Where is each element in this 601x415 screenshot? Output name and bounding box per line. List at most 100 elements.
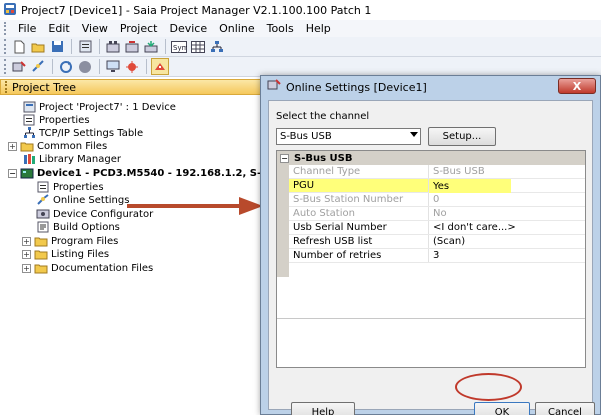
monitor-icon[interactable] [104, 58, 122, 75]
network-icon[interactable] [208, 38, 226, 55]
tree-item-listing-files[interactable]: + Listing Files [22, 247, 109, 261]
online-config-icon[interactable] [10, 58, 28, 75]
build-options-icon [36, 221, 50, 233]
tree-item-build-options[interactable]: Build Options [36, 220, 120, 234]
save-icon[interactable] [48, 38, 66, 55]
menu-view[interactable]: View [76, 22, 114, 35]
symbol-editor-icon[interactable]: Sym [170, 38, 188, 55]
panel-title: Project Tree [12, 80, 77, 94]
setting-key: Channel Type [289, 165, 429, 178]
expand-plus-icon[interactable]: + [22, 236, 31, 246]
channel-select[interactable]: S-Bus USB [276, 128, 421, 145]
network-icon [22, 127, 36, 139]
table-icon[interactable] [189, 38, 207, 55]
new-file-icon[interactable] [10, 38, 28, 55]
tree-item-label: Properties [39, 114, 90, 126]
settings-group-header[interactable]: − S-Bus USB [277, 151, 585, 165]
dialog-body: Select the channel S-Bus USB Setup... − … [268, 100, 595, 415]
menu-bar: File Edit View Project Device Online Too… [0, 20, 601, 37]
expand-plus-icon[interactable]: + [8, 141, 17, 151]
tree-item-project[interactable]: Project 'Project7' : 1 Device [22, 100, 176, 114]
library-icon [22, 153, 36, 165]
setting-key: Number of retries [289, 249, 429, 262]
window-title: Project7 [Device1] - Saia Project Manage… [21, 3, 372, 17]
collapse-minus-icon[interactable]: − [280, 153, 289, 163]
build-icon[interactable] [104, 38, 122, 55]
online-toolbar [0, 57, 601, 77]
tree-item-label: Library Manager [39, 153, 121, 165]
project-tree-header: Project Tree [0, 79, 264, 95]
expand-plus-icon[interactable]: + [22, 263, 31, 273]
menu-device[interactable]: Device [163, 22, 213, 35]
tree-item-program-files[interactable]: + Program Files [22, 234, 118, 248]
folder-icon [34, 262, 48, 274]
tree-item-documentation-files[interactable]: + Documentation Files [22, 261, 153, 275]
table-row[interactable]: Auto Station No [289, 207, 585, 221]
ok-button[interactable]: OK [474, 402, 530, 415]
dialog-close-button[interactable]: X [558, 78, 596, 94]
connect-icon[interactable] [29, 58, 47, 75]
table-row[interactable]: PGU Yes [289, 179, 585, 193]
refresh-icon[interactable] [57, 58, 75, 75]
menu-file[interactable]: File [12, 22, 42, 35]
tree-item-online-settings[interactable]: Online Settings [36, 193, 129, 207]
help-button[interactable]: Help [291, 402, 355, 415]
setup-button[interactable]: Setup... [428, 127, 496, 146]
menu-edit[interactable]: Edit [42, 22, 75, 35]
ok-highlight-circle [455, 373, 522, 401]
menubar-grip[interactable] [4, 22, 8, 35]
tree-item-label: Documentation Files [51, 262, 154, 274]
setting-value[interactable]: Yes [429, 179, 511, 193]
debug-icon[interactable] [123, 58, 141, 75]
tree-item-label: Project 'Project7' : 1 Device [39, 101, 176, 113]
tree-item-common-files[interactable]: + Common Files [8, 139, 107, 153]
toolbar-grip[interactable] [4, 39, 7, 54]
toolbar-separator [99, 59, 100, 74]
tree-item-label: Properties [53, 181, 104, 193]
menu-project[interactable]: Project [114, 22, 164, 35]
chevron-down-icon[interactable] [410, 132, 418, 137]
title-bar: Project7 [Device1] - Saia Project Manage… [0, 0, 601, 20]
tree-item-label: Online Settings [53, 194, 130, 206]
svg-text:Sym: Sym [173, 44, 187, 52]
tree-item-device-properties[interactable]: Properties [36, 180, 104, 194]
toolbar-separator [146, 59, 147, 74]
rebuild-icon[interactable] [123, 38, 141, 55]
properties-icon [22, 114, 36, 126]
open-folder-icon[interactable] [29, 38, 47, 55]
online-settings-icon [36, 194, 50, 206]
tree-item-tcpip[interactable]: TCP/IP Settings Table [22, 126, 143, 140]
configurator-icon [36, 208, 50, 220]
setting-value[interactable]: <I don't care...> [429, 221, 585, 234]
dialog-app-icon [267, 79, 281, 95]
menu-tools[interactable]: Tools [261, 22, 300, 35]
setting-value: 0 [433, 194, 440, 205]
cancel-button[interactable]: Cancel [535, 402, 595, 415]
online-settings-dialog: Online Settings [Device1] X Select the c… [260, 75, 601, 415]
table-row[interactable]: Usb Serial Number <I don't care...> [289, 221, 585, 235]
table-row[interactable]: Number of retries 3 [289, 249, 585, 263]
tree-item-label: Common Files [37, 140, 108, 152]
properties-icon[interactable] [76, 38, 94, 55]
expand-plus-icon[interactable]: + [22, 249, 31, 259]
channel-label: Select the channel [276, 111, 370, 122]
panel-grip[interactable] [5, 81, 8, 93]
toolbar-grip[interactable] [4, 59, 7, 74]
collapse-minus-icon[interactable]: − [8, 168, 17, 178]
stop-icon[interactable] [76, 58, 94, 75]
setting-value: S-Bus USB [433, 166, 485, 177]
setting-value[interactable]: (Scan) [429, 235, 585, 248]
table-row[interactable]: Channel Type S-Bus USB [289, 165, 585, 179]
device-icon [20, 167, 34, 179]
tree-item-properties[interactable]: Properties [22, 113, 90, 127]
setting-value[interactable]: 3 [429, 249, 585, 262]
tree-item-label: Listing Files [51, 248, 110, 260]
download-icon[interactable] [142, 38, 160, 55]
online-settings-tool-icon[interactable] [151, 58, 169, 75]
menu-online[interactable]: Online [213, 22, 260, 35]
tree-item-library-manager[interactable]: Library Manager [22, 152, 121, 166]
table-row[interactable]: Refresh USB list (Scan) [289, 235, 585, 249]
table-row[interactable]: S-Bus Station Number 0 [289, 193, 585, 207]
grid-gutter [277, 165, 289, 277]
menu-help[interactable]: Help [300, 22, 337, 35]
